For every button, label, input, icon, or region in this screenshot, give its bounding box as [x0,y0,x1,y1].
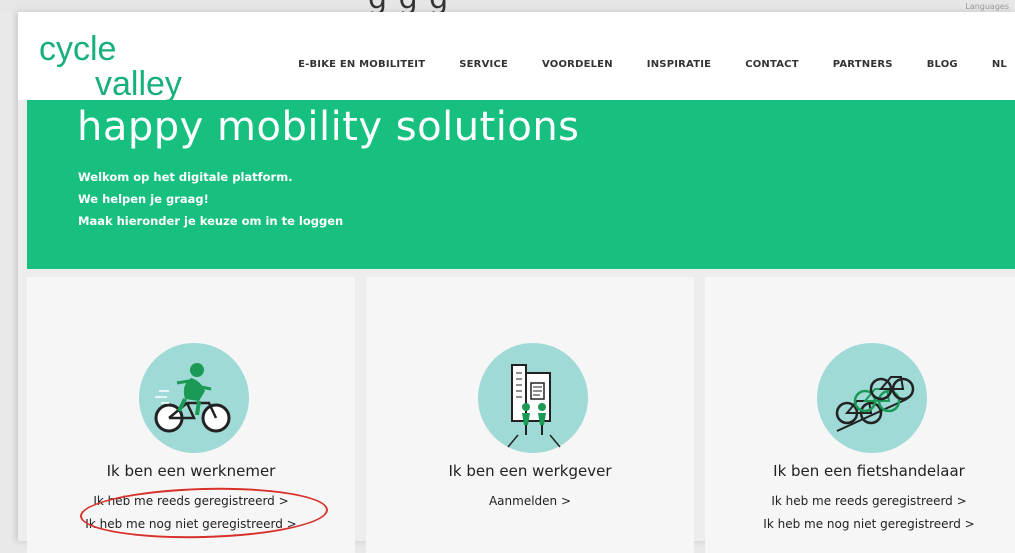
nav-voordelen[interactable]: VOORDELEN [542,59,613,70]
cyclist-icon [139,343,249,453]
logo-text-valley: valley [95,65,182,100]
site-header: cycle valley E-BIKE EN MOBILITEIT SERVIC… [18,12,1015,100]
already-registered-link[interactable]: Ik heb me reeds geregistreerd > [705,494,1015,508]
nav-partners[interactable]: PARTNERS [833,59,893,70]
card-title: Ik ben een werkgever [448,462,612,480]
hero-line: Maak hieronder je keuze om in te loggen [78,214,344,228]
hero-line: We helpen je graag! [78,192,209,206]
card-title: Ik ben een werknemer [106,462,276,480]
office-building-cyclists-icon [478,343,588,453]
card-employer: Ik ben een werkgever Aanmelden > [366,277,694,553]
sign-up-link[interactable]: Aanmelden > [366,494,694,508]
card-title: Ik ben een fietshandelaar [773,462,965,480]
logo-text-cycle: cycle [39,30,116,68]
nav-service[interactable]: SERVICE [459,59,508,70]
nav-contact[interactable]: CONTACT [745,59,799,70]
hero-subtitle: Welkom op het digitale platform. We help… [78,166,343,232]
language-switcher[interactable]: NL [992,59,1007,70]
browser-top-strip: g g g Languages [0,0,1015,12]
languages-link[interactable]: Languages [965,2,1009,11]
page: cycle valley E-BIKE EN MOBILITEIT SERVIC… [18,12,1015,553]
card-employee: Ik ben een werknemer Ik heb me reeds ger… [27,277,355,553]
bike-rack-icon [817,343,927,453]
main-nav: E-BIKE EN MOBILITEIT SERVICE VOORDELEN I… [298,59,1015,70]
hero-banner: happy mobility solutions Welkom op het d… [27,100,1015,269]
cycle-valley-logo[interactable]: cycle valley [37,22,202,100]
nav-blog[interactable]: BLOG [927,59,958,70]
nav-ebike[interactable]: E-BIKE EN MOBILITEIT [298,59,425,70]
nav-inspiratie[interactable]: INSPIRATIE [647,59,711,70]
hero-title: happy mobility solutions [77,104,580,150]
card-bike-dealer: Ik ben een fietshandelaar Ik heb me reed… [705,277,1015,553]
hero-line: Welkom op het digitale platform. [78,170,293,184]
cut-off-heading: g g g [368,0,449,12]
not-registered-link[interactable]: Ik heb me nog niet geregistreerd > [705,517,1015,531]
